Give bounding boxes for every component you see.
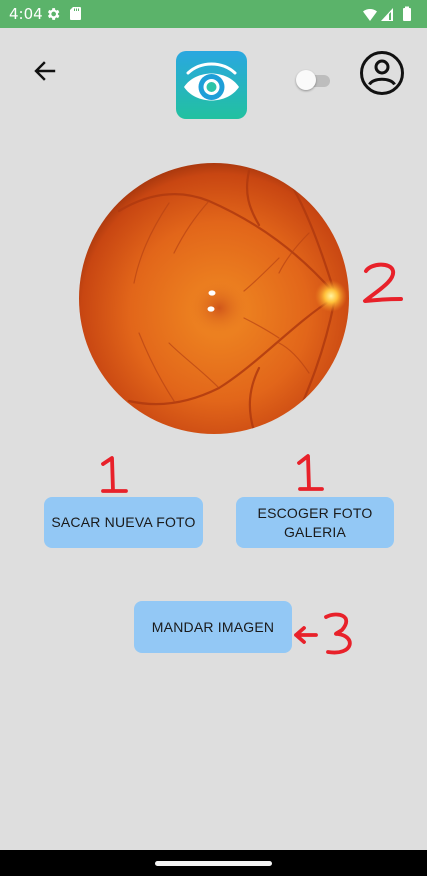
navigation-bar bbox=[0, 850, 427, 876]
annotation-2 bbox=[363, 262, 403, 303]
wifi-icon bbox=[363, 8, 377, 21]
battery-icon bbox=[403, 6, 411, 21]
status-system-icons bbox=[363, 6, 411, 21]
annotation-1-take bbox=[101, 456, 128, 493]
take-photo-button[interactable]: SACAR NUEVA FOTO bbox=[44, 497, 203, 548]
send-image-button[interactable]: MANDAR IMAGEN bbox=[134, 601, 292, 653]
gallery-button[interactable]: ESCOGER FOTO GALERIA bbox=[236, 497, 394, 548]
arrow-left-icon[interactable] bbox=[30, 56, 60, 86]
eye-logo-icon bbox=[176, 51, 247, 119]
status-time: 4:04 bbox=[9, 5, 43, 23]
sd-card-icon bbox=[70, 7, 81, 20]
app-bar bbox=[0, 28, 427, 128]
home-gesture-handle[interactable] bbox=[155, 861, 272, 866]
gear-icon bbox=[47, 8, 60, 20]
retina-fundus-image bbox=[79, 163, 349, 434]
annotation-1-gallery bbox=[297, 454, 324, 491]
toggle-thumb bbox=[296, 70, 316, 90]
status-bar: 4:04 bbox=[0, 0, 427, 28]
theme-toggle-switch[interactable] bbox=[296, 70, 332, 90]
account-circle-icon[interactable] bbox=[359, 50, 405, 96]
annotation-arrow-3 bbox=[294, 612, 352, 655]
signal-icon bbox=[381, 8, 393, 21]
